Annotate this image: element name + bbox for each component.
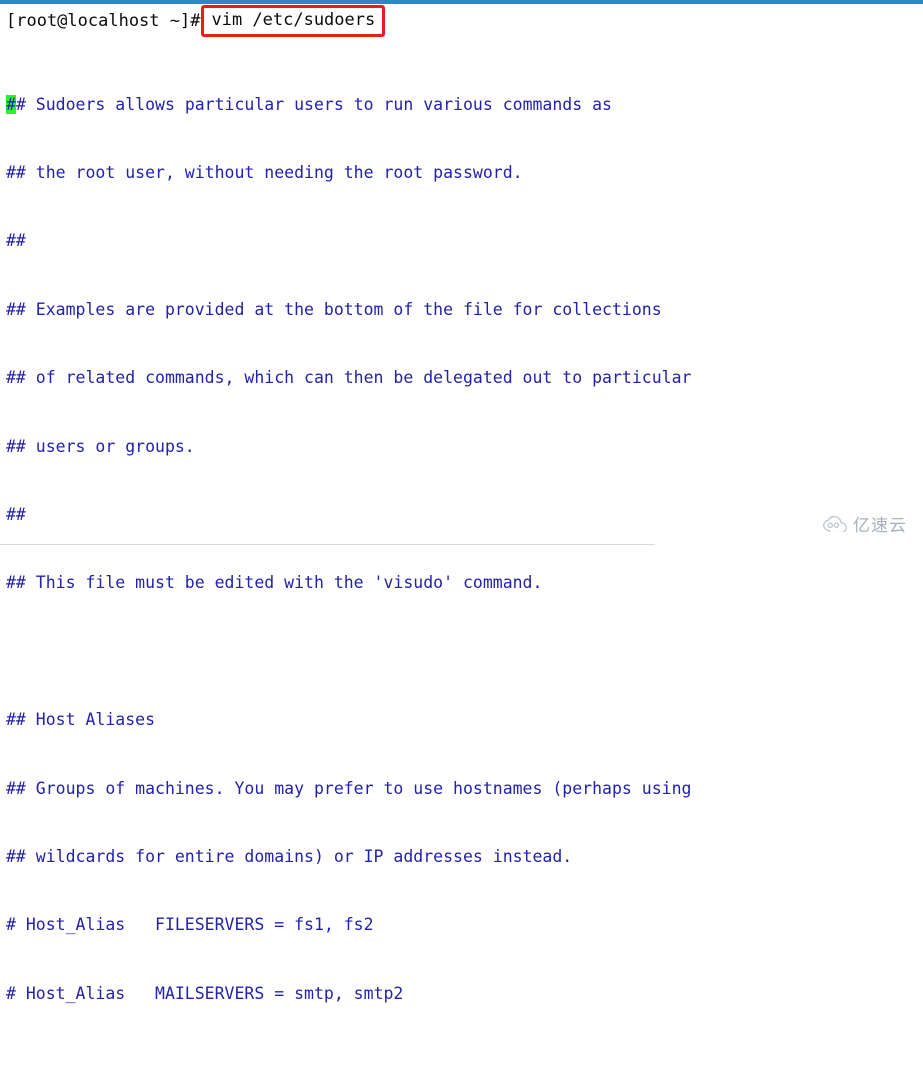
buffer-line-2: ## the root user, without needing the ro… [6,162,523,182]
buffer-line-13: # Host_Alias FILESERVERS = fs1, fs2 [6,915,374,935]
buffer-line-10: ## Host Aliases [6,710,156,730]
buffer-line-9 [6,641,916,664]
watermark-text: 亿速云 [853,515,907,536]
buffer-line-1: ## Sudoers allows particular users to ru… [6,94,916,117]
buffer-line-15 [6,1051,916,1074]
buffer-line-11: ## Groups of machines. You may prefer to… [6,778,692,798]
buffer-line-12: ## wildcards for entire domains) or IP a… [6,846,573,866]
vim-block-cursor: # [6,94,16,114]
vim-buffer[interactable]: ## Sudoers allows particular users to ru… [6,48,916,1092]
buffer-line-5: ## of related commands, which can then b… [6,368,692,388]
watermark: 亿速云 [822,515,907,536]
buffer-line-8: ## This file must be edited with the 'vi… [6,573,543,593]
cloud-icon [822,515,848,536]
terminal-window: [root@localhost ~]# vim /etc/sudoers ## … [0,0,923,1003]
buffer-line-1-rest: # Sudoers allows particular users to run… [15,94,612,114]
buffer-line-14: # Host_Alias MAILSERVERS = smtp, smtp2 [6,983,404,1003]
buffer-line-3: ## [6,231,26,251]
highlighted-command[interactable]: vim /etc/sudoers [201,5,386,37]
buffer-line-4: ## Examples are provided at the bottom o… [6,299,662,319]
shell-prompt-text: [root@localhost ~]# [6,10,201,31]
shell-prompt-line: [root@localhost ~]# vim /etc/sudoers [6,5,386,37]
buffer-line-6: ## users or groups. [6,436,195,456]
bottom-divider [0,544,655,545]
window-top-accent-bar [0,0,923,4]
buffer-line-7: ## [6,504,26,524]
